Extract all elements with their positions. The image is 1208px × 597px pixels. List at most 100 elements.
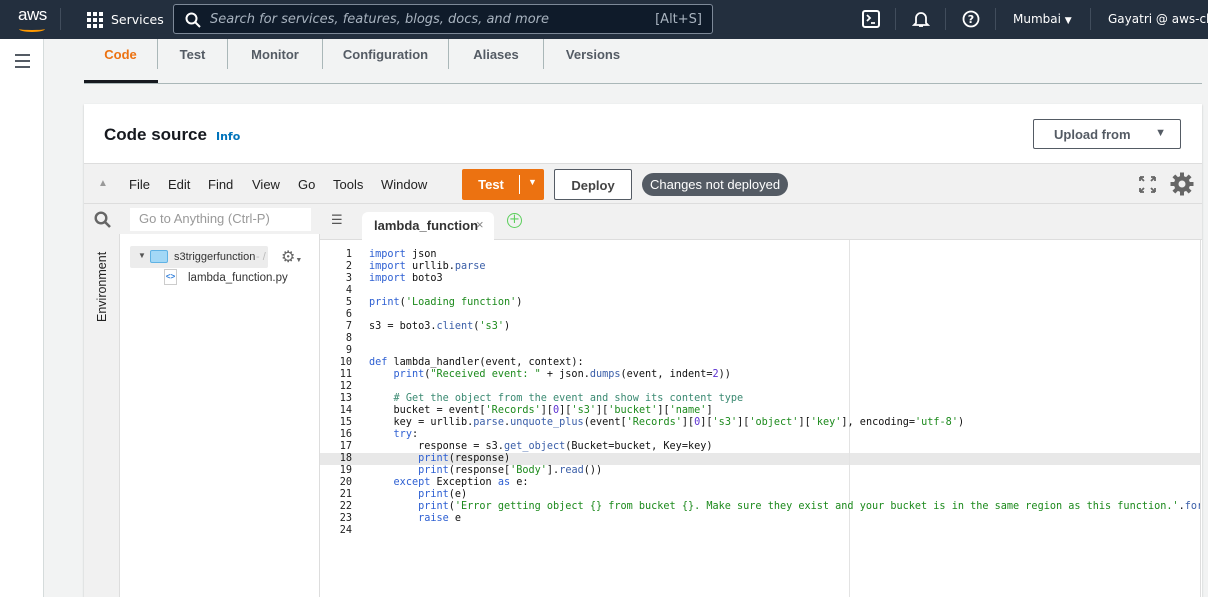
code-line[interactable]: print(response): [369, 453, 510, 465]
line-number: 13: [339, 393, 352, 404]
help-icon[interactable]: ?: [962, 10, 980, 28]
line-number: 16: [339, 429, 352, 440]
line-number: 5: [345, 297, 352, 308]
code-line[interactable]: s3 = boto3.client('s3'): [369, 321, 510, 333]
tab-monitor[interactable]: Monitor: [228, 39, 323, 69]
code-line[interactable]: print("Received event: " + json.dumps(ev…: [369, 369, 731, 381]
code-token: print: [393, 369, 425, 380]
code-line[interactable]: key = urllib.parse.unquote_plus(event['R…: [369, 417, 965, 429]
menu-file[interactable]: File: [129, 177, 150, 192]
tab-test[interactable]: Test: [158, 39, 228, 69]
environment-tab[interactable]: Environment: [84, 234, 120, 597]
tab-list-icon[interactable]: ☰: [331, 213, 343, 228]
code-token: 's3': [479, 321, 504, 332]
settings-gear-icon[interactable]: [1170, 172, 1194, 196]
code-line[interactable]: raise e: [369, 513, 461, 525]
expand-arrow-icon[interactable]: ▼: [138, 251, 146, 260]
active-tab-indicator: [84, 80, 158, 83]
line-number: 10: [339, 357, 352, 368]
upload-from-button[interactable]: Upload from ▼: [1033, 119, 1181, 149]
line-number: 18: [339, 453, 352, 464]
code-token: 'bucket': [608, 405, 658, 416]
fullscreen-icon[interactable]: [1139, 176, 1156, 193]
line-number: 8: [345, 333, 352, 344]
collapse-arrow-icon[interactable]: ▲: [98, 178, 108, 189]
code-token: (Bucket=bucket, Key=key): [565, 441, 713, 452]
services-menu[interactable]: Services: [111, 12, 164, 27]
deploy-button[interactable]: Deploy: [554, 169, 632, 200]
editor-tab[interactable]: lambda_function ×: [362, 212, 494, 241]
add-tab-icon[interactable]: +: [507, 213, 522, 228]
cloudshell-icon[interactable]: [862, 10, 880, 28]
code-line[interactable]: print('Error getting object {} from buck…: [369, 501, 1200, 513]
hamburger-menu-icon[interactable]: [15, 54, 30, 72]
region-selector[interactable]: Mumbai ▼: [1013, 12, 1072, 26]
code-token: 'object': [749, 417, 799, 428]
code-token: ][: [681, 417, 695, 428]
code-line[interactable]: except Exception as e:: [369, 477, 529, 489]
line-number: 12: [339, 381, 352, 392]
test-dropdown-caret-icon[interactable]: ▼: [528, 177, 537, 187]
code-line[interactable]: try:: [369, 429, 419, 441]
line-number: 21: [339, 489, 352, 500]
folder-item[interactable]: ▼ s3triggerfunction - /: [130, 246, 268, 268]
code-line[interactable]: def lambda_handler(event, context):: [369, 357, 584, 369]
code-line[interactable]: response = s3.get_object(Bucket=bucket, …: [369, 441, 712, 453]
test-button[interactable]: Test ▼: [462, 169, 544, 200]
folder-settings-gear-icon[interactable]: ⚙▼: [281, 247, 302, 267]
code-token: ): [957, 417, 965, 428]
code-token: 'name': [669, 405, 707, 416]
line-number: 11: [339, 369, 352, 380]
file-explorer: Go to Anything (Ctrl-P) Environment ▼ s3…: [84, 204, 320, 597]
tab-aliases[interactable]: Aliases: [449, 39, 544, 69]
menu-window[interactable]: Window: [381, 177, 427, 192]
code-token: e:: [510, 477, 529, 488]
notifications-bell-icon[interactable]: [912, 10, 930, 28]
search-input[interactable]: Search for services, features, blogs, do…: [173, 4, 713, 34]
code-token: ): [516, 297, 523, 308]
line-number: 19: [339, 465, 352, 476]
menu-tools[interactable]: Tools: [333, 177, 363, 192]
search-icon[interactable]: [94, 211, 111, 228]
menu-view[interactable]: View: [252, 177, 280, 192]
code-line[interactable]: print('Loading function'): [369, 297, 522, 309]
code-token: 'Records': [626, 417, 682, 428]
top-navigation: aws Services Search for services, featur…: [0, 0, 1208, 39]
code-token: 's3': [712, 417, 738, 428]
code-token: ], encoding=: [841, 417, 916, 428]
code-token: (event[: [583, 417, 627, 428]
line-number: 24: [339, 525, 352, 536]
code-token: key = urllib.: [369, 417, 474, 428]
code-token: print: [418, 489, 449, 500]
code-line[interactable]: # Get the object from the event and show…: [369, 393, 744, 405]
close-icon[interactable]: ×: [476, 217, 484, 232]
tab-code[interactable]: Code: [84, 39, 158, 69]
tab-configuration[interactable]: Configuration: [323, 39, 449, 69]
code-line[interactable]: bucket = event['Records'][0]['s3']['buck…: [369, 405, 713, 417]
aws-logo[interactable]: aws: [18, 5, 47, 32]
line-number: 7: [345, 321, 352, 332]
code-line[interactable]: import json: [369, 249, 436, 261]
go-to-anything-input[interactable]: Go to Anything (Ctrl-P): [130, 208, 311, 231]
menu-go[interactable]: Go: [298, 177, 315, 192]
code-token: :: [411, 429, 419, 440]
info-link[interactable]: Info: [216, 130, 240, 143]
code-line[interactable]: import urllib.parse: [369, 261, 486, 273]
caret-down-icon: ▼: [1155, 127, 1166, 139]
code-line[interactable]: print(response['Body'].read()): [369, 465, 602, 477]
code-token: client: [436, 321, 474, 332]
code-editor[interactable]: import json import urllib.parse import bot…: [365, 240, 1201, 597]
line-number: 23: [339, 513, 352, 524]
tab-versions[interactable]: Versions: [544, 39, 642, 69]
menu-edit[interactable]: Edit: [168, 177, 190, 192]
folder-icon: [150, 250, 168, 263]
account-menu[interactable]: Gayatri @ aws-clo: [1108, 12, 1208, 26]
code-line[interactable]: print(e): [369, 489, 467, 501]
menu-find[interactable]: Find: [208, 177, 233, 192]
services-grid-icon[interactable]: [87, 12, 103, 28]
line-number-gutter: 1 2 3 4 5 6 7 8 9 10 11 12 13 14 15 16 17 18 19 20 21 22 23 24: [320, 240, 365, 597]
code-line[interactable]: import boto3: [369, 273, 443, 285]
